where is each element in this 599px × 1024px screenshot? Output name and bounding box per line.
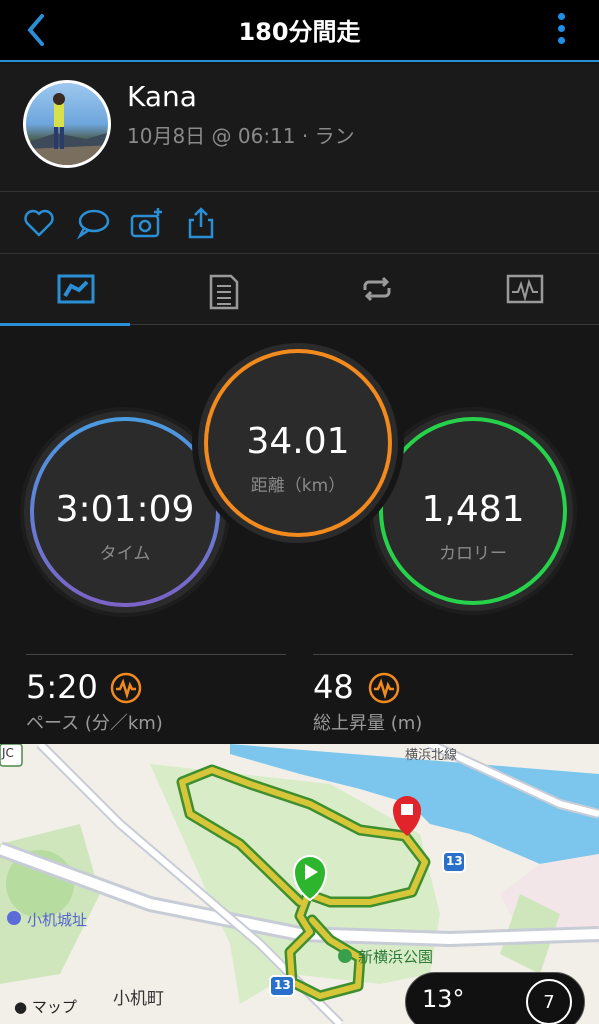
- comment-icon: [76, 209, 110, 240]
- tab-overview[interactable]: [0, 255, 150, 326]
- social-actions: [0, 192, 599, 254]
- time-label: タイム: [99, 544, 151, 564]
- map-label-park: 新横浜公園: [358, 948, 434, 966]
- calories-value: 1,481: [421, 489, 525, 530]
- more-dot-icon: [557, 37, 565, 44]
- camera-plus-icon: [130, 208, 162, 238]
- temperature-value: 13°: [422, 985, 465, 1013]
- user-name[interactable]: Kana: [127, 80, 197, 113]
- map-label-castle: 小机城址: [27, 911, 88, 929]
- map-attribution: ● マップ: [14, 996, 77, 1017]
- pulse-circle-icon: [368, 672, 400, 704]
- pace-value: 5:20: [26, 668, 98, 706]
- share-button[interactable]: [184, 206, 218, 240]
- apple-logo-icon: ●: [14, 998, 28, 1016]
- elevation-value: 48: [313, 668, 354, 706]
- chart-icon: [506, 274, 544, 304]
- wind-speed-value: 7: [543, 992, 555, 1013]
- calories-ring[interactable]: 1,481 カロリー: [373, 411, 573, 611]
- avatar[interactable]: [23, 80, 111, 168]
- time-value: 3:01:09: [55, 489, 195, 530]
- tab-laps[interactable]: [300, 255, 450, 325]
- map-label-road: 横浜北線: [405, 748, 458, 763]
- divider: [313, 654, 573, 655]
- pace-label: ペース (分／km): [26, 713, 163, 734]
- map-attribution-text: マップ: [31, 998, 77, 1016]
- elevation-label: 総上昇量 (m): [313, 713, 423, 734]
- calories-label: カロリー: [439, 544, 507, 564]
- repeat-icon: [363, 276, 391, 302]
- route-13-shield: 13: [446, 854, 463, 868]
- distance-label: 距離（km）: [250, 476, 346, 496]
- map-label-town: 小机町: [113, 989, 164, 1009]
- more-options-button[interactable]: [551, 10, 571, 50]
- pulse-circle-icon: [110, 672, 142, 704]
- tab-details[interactable]: [150, 255, 300, 325]
- overview-icon: [57, 274, 95, 304]
- time-ring[interactable]: 3:01:09 タイム: [24, 411, 226, 613]
- comment-button[interactable]: [76, 206, 110, 240]
- like-button[interactable]: [22, 206, 56, 240]
- tab-charts[interactable]: [449, 255, 599, 325]
- page-title: 180分間走: [238, 18, 361, 46]
- divider: [26, 654, 286, 655]
- header-bar: 180分間走: [0, 0, 599, 62]
- document-icon: [209, 274, 239, 310]
- pace-info-button[interactable]: [110, 672, 142, 704]
- activity-date-type: 10月8日 @ 06:11 · ラン: [127, 124, 355, 148]
- weather-widget[interactable]: 13° 7: [405, 972, 585, 1024]
- activity-tabs: [0, 255, 599, 326]
- heart-icon: [24, 209, 54, 237]
- wind-dial: 7: [526, 979, 572, 1024]
- more-dot-icon: [557, 25, 565, 32]
- activity-profile: Kana 10月8日 @ 06:11 · ラン: [0, 64, 599, 192]
- distance-ring[interactable]: 34.01 距離（km）: [198, 343, 398, 543]
- elevation-info-button[interactable]: [368, 672, 400, 704]
- more-dot-icon: [557, 13, 565, 20]
- add-photo-button[interactable]: [130, 206, 164, 240]
- share-icon: [188, 207, 214, 239]
- stats-panel: 3:01:09 タイム 1,481 カロリー 34.01 距離（km） 5:20…: [0, 326, 599, 744]
- map-label-jc: JC: [2, 746, 14, 760]
- distance-value: 34.01: [246, 421, 350, 462]
- route-13-shield: 13: [274, 978, 291, 992]
- avatar-photo: [26, 93, 108, 165]
